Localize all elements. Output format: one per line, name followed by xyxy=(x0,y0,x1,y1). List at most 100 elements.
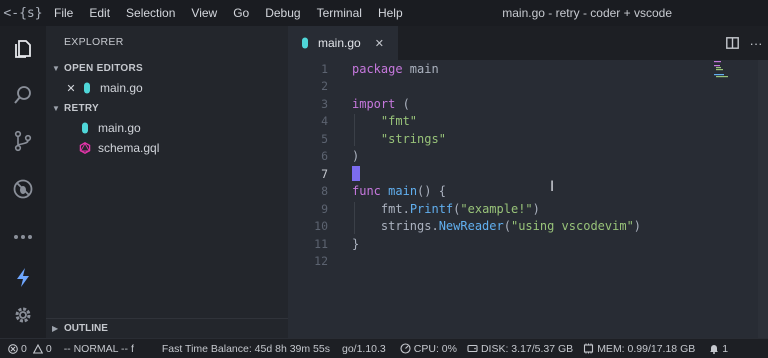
file-label: main.go xyxy=(98,121,141,135)
balance-status[interactable]: Fast Time Balance: 45d 8h 39m 55s xyxy=(162,343,330,355)
vim-mode-status: -- NORMAL -- f xyxy=(63,342,134,355)
code-token: ( xyxy=(503,219,511,234)
code-line: 12 xyxy=(288,253,768,271)
function-token: NewReader xyxy=(438,219,504,234)
code-line: 3 import ( xyxy=(288,95,768,113)
code-line: 5 "strings" xyxy=(288,130,768,148)
code-token: main xyxy=(402,61,439,76)
settings-gear-icon[interactable] xyxy=(0,298,46,332)
line-number: 7 xyxy=(321,166,328,181)
indent-guide xyxy=(354,202,355,234)
close-icon[interactable]: ✕ xyxy=(375,37,384,50)
go-file-icon xyxy=(80,82,94,94)
code-token: ) xyxy=(352,149,360,164)
line-number: 12 xyxy=(314,254,328,269)
outline-section[interactable]: ▶ OUTLINE xyxy=(46,318,288,338)
menu-file[interactable]: File xyxy=(46,0,81,26)
go-file-icon xyxy=(78,122,92,134)
code-token: } xyxy=(352,236,360,251)
menu-terminal[interactable]: Terminal xyxy=(309,0,370,26)
chevron-right-icon: ▶ xyxy=(52,324,59,333)
open-editors-label: OPEN EDITORS xyxy=(64,62,143,74)
string-token: "strings" xyxy=(380,131,446,146)
code-line: 6) xyxy=(288,148,768,166)
notifications-status[interactable]: 1 xyxy=(709,343,728,355)
error-count: 0 xyxy=(21,342,27,355)
line-number: 8 xyxy=(321,184,328,199)
more-actions-icon[interactable]: ··· xyxy=(744,26,768,60)
line-number: 1 xyxy=(321,61,328,76)
code-token: ( xyxy=(395,96,410,111)
folder-label: RETRY xyxy=(64,102,100,114)
vim-block-cursor xyxy=(352,166,360,181)
split-editor-icon[interactable] xyxy=(720,26,744,60)
bell-icon xyxy=(710,345,719,354)
minimap[interactable] xyxy=(714,60,728,80)
line-number: 2 xyxy=(321,79,328,94)
cpu-status[interactable]: CPU: 0% xyxy=(400,343,457,355)
line-number: 9 xyxy=(321,201,328,216)
menu-go[interactable]: Go xyxy=(225,0,257,26)
line-number: 5 xyxy=(321,131,328,146)
file-item-main-go[interactable]: main.go xyxy=(46,118,288,138)
open-editor-item[interactable]: ✕ main.go xyxy=(46,78,288,98)
menu-selection[interactable]: Selection xyxy=(118,0,183,26)
memory-status[interactable]: MEM: 0.99/17.18 GB xyxy=(583,343,695,355)
code-token: strings. xyxy=(380,219,439,234)
code-token: ) xyxy=(532,201,540,216)
string-token: "fmt" xyxy=(380,114,418,129)
close-icon[interactable]: ✕ xyxy=(64,82,78,95)
explorer-sidebar: EXPLORER ▼ OPEN EDITORS ✕ main.go ▼ RETR… xyxy=(46,26,288,338)
code-token: () { xyxy=(417,184,446,199)
file-label: schema.gql xyxy=(98,141,160,155)
indent-guide xyxy=(354,114,355,146)
string-token: "example!" xyxy=(460,201,533,216)
function-token: main xyxy=(388,184,418,199)
code-line: 11} xyxy=(288,235,768,253)
go-version-status[interactable]: go/1.10.3 xyxy=(342,343,386,355)
code-token: ) xyxy=(633,219,642,234)
code-line: 9 fmt.Printf("example!") xyxy=(288,200,768,218)
status-bar: 0 0 -- NORMAL -- f Fast Time Balance: 45… xyxy=(0,338,768,358)
gauge-icon xyxy=(400,343,411,354)
open-editors-section[interactable]: ▼ OPEN EDITORS xyxy=(46,58,288,78)
menu-help[interactable]: Help xyxy=(370,0,411,26)
menu-bar: File Edit Selection View Go Debug Termin… xyxy=(46,0,411,26)
source-control-icon[interactable] xyxy=(0,124,46,158)
code-line: 8 func main() { xyxy=(288,183,768,201)
warning-count: 0 xyxy=(45,342,52,355)
debug-icon[interactable] xyxy=(0,172,46,206)
editor-scrollbar[interactable] xyxy=(758,60,768,338)
bolt-icon[interactable] xyxy=(0,260,46,294)
coder-logo-icon: <-{s} xyxy=(3,5,43,21)
tab-main-go[interactable]: main.go ✕ xyxy=(288,26,398,60)
string-token: "using vscodevim" xyxy=(510,219,634,234)
more-icon[interactable] xyxy=(0,220,46,254)
editor-actions: ··· xyxy=(720,26,768,60)
disk-status[interactable]: DISK: 3.17/5.37 GB xyxy=(467,343,573,355)
file-item-schema-gql[interactable]: schema.gql xyxy=(46,138,288,158)
chevron-down-icon: ▼ xyxy=(52,63,61,73)
line-number: 6 xyxy=(321,149,328,164)
menu-debug[interactable]: Debug xyxy=(257,0,308,26)
go-file-icon xyxy=(298,37,312,49)
graphql-file-icon xyxy=(78,142,92,154)
explorer-icon[interactable] xyxy=(0,32,46,66)
retry-folder-section[interactable]: ▼ RETRY xyxy=(46,98,288,118)
outline-label: OUTLINE xyxy=(64,323,108,334)
menu-view[interactable]: View xyxy=(183,0,225,26)
tab-bar: main.go ✕ ··· xyxy=(288,26,768,60)
disk-label: DISK: 3.17/5.37 GB xyxy=(480,342,574,355)
code-editor[interactable]: 1 package main 2 3 import ( 4 "fmt" 5 "str… xyxy=(288,60,768,338)
menu-edit[interactable]: Edit xyxy=(81,0,118,26)
function-token: Printf xyxy=(409,201,454,216)
search-icon[interactable] xyxy=(0,78,46,112)
line-number: 3 xyxy=(321,96,328,111)
problems-indicator[interactable]: 0 0 xyxy=(8,343,52,355)
mouse-ibeam-icon: I xyxy=(550,179,555,195)
warning-icon xyxy=(32,343,43,354)
keyword-token: package xyxy=(352,61,403,76)
code-line: 1 package main xyxy=(288,60,768,78)
code-line: 2 xyxy=(288,78,768,96)
line-number: 11 xyxy=(314,236,328,251)
